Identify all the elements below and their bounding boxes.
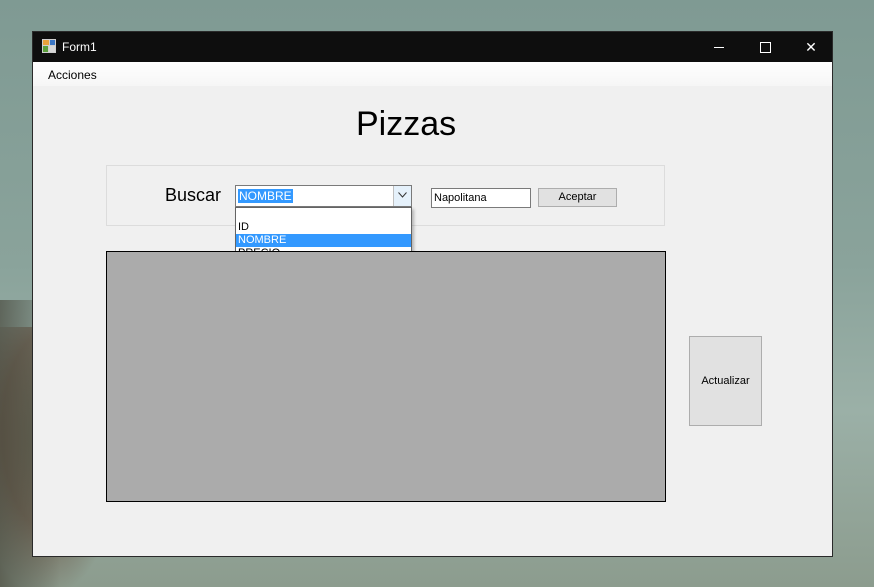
title-bar[interactable]: Form1 ✕ [33, 32, 832, 62]
data-grid[interactable] [106, 251, 666, 502]
window-title: Form1 [62, 40, 97, 54]
menu-bar: Acciones [33, 62, 832, 86]
menu-item-acciones[interactable]: Acciones [41, 68, 104, 82]
refresh-button[interactable]: Actualizar [689, 336, 762, 426]
dropdown-option-id[interactable]: ID [236, 221, 411, 234]
search-field-combo[interactable]: NOMBRE [235, 185, 412, 207]
app-window: Form1 ✕ Acciones Pizzas Buscar NOMBRE ID… [32, 31, 833, 557]
close-icon: ✕ [805, 39, 817, 55]
search-text-input[interactable]: Napolitana [431, 188, 531, 208]
minimize-button[interactable] [696, 32, 742, 62]
accept-button[interactable]: Aceptar [538, 188, 617, 207]
maximize-icon [760, 42, 771, 53]
page-title: Pizzas [356, 105, 457, 143]
search-label: Buscar [165, 185, 222, 205]
maximize-button[interactable] [742, 32, 788, 62]
combo-selected-value: NOMBRE [238, 189, 293, 203]
app-icon [42, 39, 56, 53]
close-button[interactable]: ✕ [788, 32, 834, 62]
minimize-icon [714, 47, 724, 48]
chevron-down-icon[interactable] [393, 186, 411, 206]
dropdown-option-nombre[interactable]: NOMBRE [236, 234, 411, 247]
